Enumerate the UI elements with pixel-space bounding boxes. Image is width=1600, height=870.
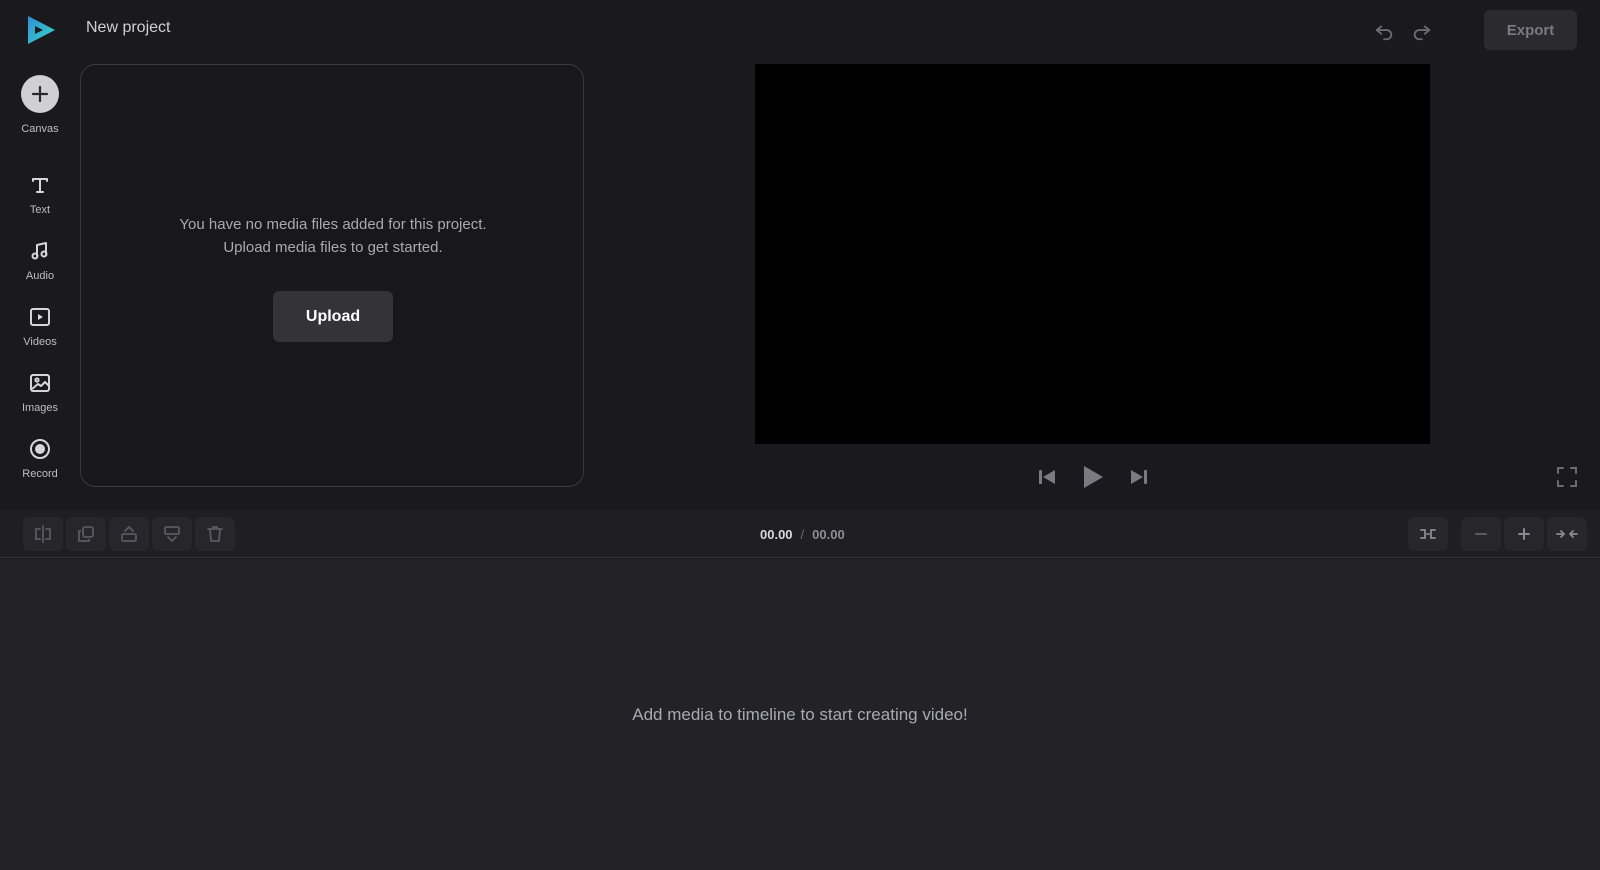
plus-icon bbox=[21, 75, 59, 113]
sidebar-item-label: Images bbox=[21, 402, 59, 414]
text-icon bbox=[27, 172, 53, 198]
sidebar-item-label: Text bbox=[29, 204, 51, 216]
sidebar-item-label: Videos bbox=[23, 336, 57, 348]
zoom-out-button[interactable] bbox=[1461, 517, 1501, 551]
image-icon bbox=[27, 370, 53, 396]
sidebar-item-audio[interactable]: Audio bbox=[0, 238, 80, 282]
sidebar-item-label: Audio bbox=[25, 270, 55, 282]
delete-button[interactable] bbox=[195, 517, 235, 551]
layer-down-icon bbox=[164, 526, 180, 543]
snap-icon bbox=[1420, 529, 1436, 539]
media-empty-line-2: Upload media files to get started. bbox=[223, 239, 443, 256]
timeline-toolbar: 00.00 / 00.00 bbox=[0, 510, 1600, 558]
total-time: 00.00 bbox=[812, 527, 845, 542]
time-separator: / bbox=[800, 527, 805, 542]
move-down-button[interactable] bbox=[152, 517, 192, 551]
zoom-in-button[interactable] bbox=[1504, 517, 1544, 551]
sidebar-item-videos[interactable]: Videos bbox=[0, 304, 80, 348]
sidebar-item-label: Record bbox=[22, 468, 58, 480]
split-button[interactable] bbox=[23, 517, 63, 551]
timeline-empty-message: Add media to timeline to start creating … bbox=[632, 705, 968, 724]
top-bar: New project Export bbox=[0, 0, 1600, 60]
play-icon bbox=[1084, 466, 1103, 488]
media-empty-line-1: You have no media files added for this p… bbox=[179, 216, 487, 233]
sidebar-item-images[interactable]: Images bbox=[0, 370, 80, 414]
video-preview[interactable] bbox=[755, 64, 1430, 444]
sidebar-item-canvas[interactable]: Canvas bbox=[0, 75, 80, 135]
plus-icon bbox=[1518, 528, 1530, 540]
sidebar-item-text[interactable]: Text bbox=[0, 172, 80, 216]
trash-icon bbox=[207, 526, 223, 542]
redo-icon bbox=[1413, 25, 1431, 41]
undo-button[interactable] bbox=[1372, 19, 1396, 43]
undo-icon bbox=[1375, 25, 1393, 41]
time-display: 00.00 / 00.00 bbox=[760, 527, 845, 542]
split-icon bbox=[35, 525, 51, 543]
timeline-area[interactable]: Add media to timeline to start creating … bbox=[0, 559, 1600, 870]
music-note-icon bbox=[27, 238, 53, 264]
move-up-button[interactable] bbox=[109, 517, 149, 551]
skip-back-icon bbox=[1039, 470, 1055, 484]
skip-back-button[interactable] bbox=[1036, 462, 1058, 492]
app-logo-icon[interactable] bbox=[24, 13, 58, 47]
layer-up-icon bbox=[121, 525, 137, 542]
fullscreen-button[interactable] bbox=[1556, 466, 1580, 490]
duplicate-button[interactable] bbox=[66, 517, 106, 551]
minus-icon bbox=[1475, 533, 1487, 535]
sidebar-item-record[interactable]: Record bbox=[0, 436, 80, 480]
export-button[interactable]: Export bbox=[1484, 10, 1577, 50]
fullscreen-icon bbox=[1557, 467, 1577, 487]
skip-forward-button[interactable] bbox=[1128, 462, 1150, 492]
current-time: 00.00 bbox=[760, 527, 793, 542]
skip-forward-icon bbox=[1131, 470, 1147, 484]
upload-button[interactable]: Upload bbox=[273, 291, 393, 342]
project-title[interactable]: New project bbox=[86, 19, 170, 37]
sidebar-item-label: Canvas bbox=[21, 123, 59, 135]
player-controls bbox=[1036, 462, 1152, 492]
video-icon bbox=[27, 304, 53, 330]
fit-timeline-button[interactable] bbox=[1547, 517, 1587, 551]
redo-button[interactable] bbox=[1410, 19, 1434, 43]
fit-icon bbox=[1556, 530, 1578, 538]
play-button[interactable] bbox=[1080, 462, 1106, 492]
duplicate-icon bbox=[78, 526, 94, 542]
media-panel: You have no media files added for this p… bbox=[80, 64, 584, 487]
media-empty-message: You have no media files added for this p… bbox=[81, 213, 585, 259]
magnet-button[interactable] bbox=[1408, 517, 1448, 551]
sidebar: Canvas Text Audio Videos Images Record bbox=[0, 60, 80, 510]
record-icon bbox=[27, 436, 53, 462]
